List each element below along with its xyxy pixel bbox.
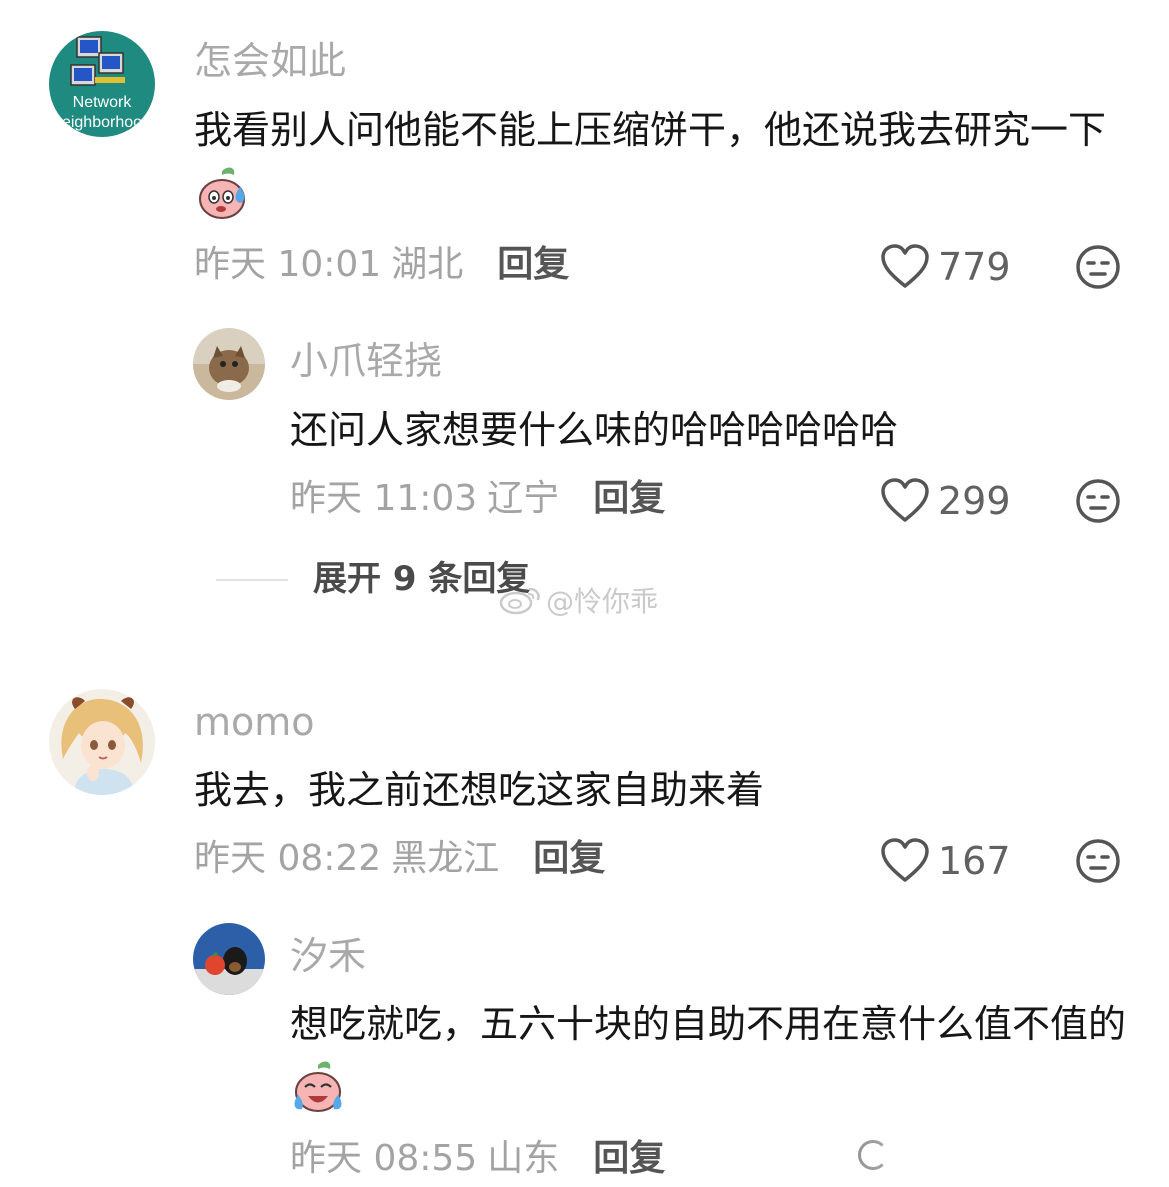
comment-meta: 昨天 08:22 黑龙江 回复 xyxy=(194,841,605,877)
neutral-face-icon[interactable] xyxy=(1075,478,1121,524)
expand-divider xyxy=(216,579,288,581)
avatar[interactable] xyxy=(193,923,265,995)
comment-location: 湖北 xyxy=(391,244,464,285)
reply-username[interactable]: 小爪轻挠 xyxy=(290,342,442,380)
avatar[interactable] xyxy=(193,328,265,400)
cat-avatar-icon xyxy=(193,328,265,400)
like-count: 299 xyxy=(938,479,1011,523)
comment-username[interactable]: momo xyxy=(194,703,315,741)
reply-location: 山东 xyxy=(487,1138,560,1179)
bottom-fade-overlay xyxy=(855,1132,1169,1187)
reply-text-body: 想吃就吃，五六十块的自助不用在意什么值不值的 xyxy=(290,1002,1127,1046)
reply-meta: 昨天 08:55 山东 回复 xyxy=(290,1141,665,1177)
reply-text: 还问人家想要什么味的哈哈哈哈哈哈 xyxy=(290,408,899,452)
reply-time: 昨天 08:55 xyxy=(290,1138,478,1179)
comment-time: 昨天 10:01 xyxy=(194,244,382,285)
reply-button[interactable]: 回复 xyxy=(497,244,569,285)
reply-button[interactable]: 回复 xyxy=(533,838,605,879)
comment-meta: 昨天 10:01 湖北 回复 xyxy=(194,247,569,283)
heart-icon xyxy=(881,838,929,882)
reply-button[interactable]: 回复 xyxy=(593,1138,665,1179)
avatar[interactable]: Network eighborhoo xyxy=(49,31,155,137)
svg-text:Network: Network xyxy=(73,94,133,111)
like-count: 167 xyxy=(938,839,1011,883)
sweat-peach-emoji xyxy=(199,167,245,219)
watermark: @怜你乖 xyxy=(498,580,658,620)
like-count: 779 xyxy=(938,245,1011,289)
reply-username[interactable]: 汐禾 xyxy=(290,937,366,975)
comment-text: 我去，我之前还想吃这家自助来着 xyxy=(194,768,765,812)
neutral-face-icon[interactable] xyxy=(1075,838,1121,884)
heart-icon xyxy=(881,478,929,522)
neutral-face-icon[interactable] xyxy=(1075,244,1121,290)
reply-text: 想吃就吃，五六十块的自助不用在意什么值不值的 xyxy=(290,991,1130,1123)
avatar[interactable] xyxy=(49,689,155,795)
watermark-text: @怜你乖 xyxy=(546,585,659,618)
network-neighborhood-icon: Network eighborhoo xyxy=(49,31,155,137)
comment-username[interactable]: 怎会如此 xyxy=(194,42,346,80)
like-button[interactable]: 167 xyxy=(880,838,1011,884)
like-button[interactable]: 779 xyxy=(880,244,1011,290)
anime-girl-avatar-icon xyxy=(49,689,155,795)
comment-text: 我看别人问他能不能上压缩饼干，他还说我去研究一下 xyxy=(194,97,1124,229)
comment-time: 昨天 08:22 xyxy=(194,838,382,879)
reply-time: 昨天 11:03 xyxy=(290,478,478,519)
crying-laugh-peach-emoji xyxy=(294,1061,342,1112)
heart-icon xyxy=(881,244,929,288)
like-button[interactable]: 299 xyxy=(880,478,1011,524)
reply-location: 辽宁 xyxy=(487,478,560,519)
comment-location: 黑龙江 xyxy=(391,838,500,879)
comment-text-body: 我看别人问他能不能上压缩饼干，他还说我去研究一下 xyxy=(194,108,1107,152)
dog-avatar-icon xyxy=(193,923,265,995)
weibo-logo-icon xyxy=(499,587,540,615)
svg-text:eighborhoo: eighborhoo xyxy=(62,114,142,131)
reply-meta: 昨天 11:03 辽宁 回复 xyxy=(290,481,665,517)
reply-button[interactable]: 回复 xyxy=(593,478,665,519)
